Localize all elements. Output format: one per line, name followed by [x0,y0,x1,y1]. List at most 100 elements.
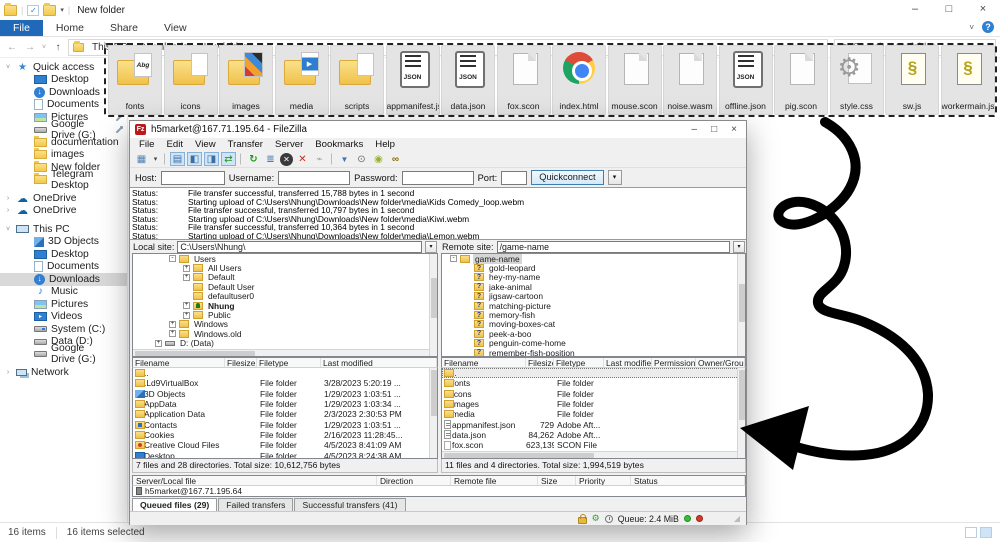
new-folder-icon[interactable] [43,5,56,16]
file-row[interactable]: appmanifest.json 729 Adobe Aft... [442,419,745,429]
quickconnect-dropdown-icon[interactable]: ▾ [608,170,622,185]
ribbon-tab[interactable]: Home [43,20,97,36]
tree-item[interactable]: remember-fish-position [442,348,745,357]
local-tree-vscrollbar[interactable] [429,254,437,356]
username-input[interactable] [278,171,350,185]
tree-expander-icon[interactable]: + [155,340,162,347]
file-row[interactable]: Cookies File folder 2/16/2023 11:28:45..… [133,430,437,440]
file-row-name[interactable]: 3D Objects [144,389,225,399]
tree-item[interactable]: hey-my-name [442,273,745,282]
remote-tree-vscrollbar[interactable] [737,254,745,356]
file-row[interactable]: data.json 84,262 Adobe Aft... [442,430,745,440]
sidebar-item[interactable]: Telegram Desktop [0,174,127,187]
column-header[interactable]: Filetype [257,358,321,367]
chevron-icon[interactable]: ˅ [4,64,12,71]
sidebar-item[interactable]: › OneDrive [0,205,127,218]
remote-list-hscrollbar[interactable] [442,451,737,458]
remote-file-rows[interactable]: .. fonts File folder [441,368,746,459]
sidebar-item[interactable]: Google Drive (G:) [0,124,127,137]
remote-list-vscrollbar[interactable] [737,368,745,458]
file-row[interactable]: Desktop File folder 4/5/2023 8:24:38 AM [133,450,437,459]
file-row-name[interactable]: images [452,399,526,409]
tree-item[interactable]: + D: (Data) [133,339,437,348]
tree-expander-icon[interactable] [464,312,471,319]
queue-column-header[interactable]: Priority [576,476,631,485]
tree-expander-icon[interactable]: + [183,265,190,272]
file-tile[interactable]: index.html [552,45,606,115]
host-input[interactable] [161,171,225,185]
file-row-name[interactable]: .Ld9VirtualBox [144,378,225,388]
chevron-icon[interactable]: › [4,195,12,202]
column-header[interactable]: Filename [133,358,225,367]
tree-item[interactable]: penguin-come-home [442,339,745,348]
sidebar-item[interactable]: Music [0,286,127,299]
queue-column-header[interactable]: Size [538,476,576,485]
sidebar-item[interactable]: 3D Objects [0,236,127,249]
column-header[interactable]: Filesize [225,358,257,367]
queue-column-header[interactable]: Status [631,476,745,485]
column-header[interactable]: Last modified [321,358,437,367]
toolbar-separator[interactable] [164,153,166,165]
tree-expander-icon[interactable]: - [169,255,176,262]
file-row[interactable]: images File folder [442,399,745,409]
tree-item[interactable]: + Windows [133,320,437,329]
tree-item[interactable]: memory-fish [442,310,745,319]
file-tile[interactable]: fonts [108,45,162,115]
tree-item[interactable]: + Public [133,310,437,319]
tree-item[interactable]: matching-picture [442,301,745,310]
tree-expander-icon[interactable] [464,265,471,272]
tree-item-label[interactable]: remember-fish-position [487,348,577,357]
menu-item[interactable]: View [190,139,221,150]
file-row-name[interactable]: Creative Cloud Files [144,440,225,450]
tree-expander-icon[interactable] [464,283,471,290]
forward-icon[interactable]: → [22,42,38,53]
file-tile[interactable]: data.json [441,45,495,115]
local-tree-hscrollbar[interactable] [133,349,429,356]
tree-expander-icon[interactable] [464,293,471,300]
disconnect-icon[interactable]: ✕ [295,152,310,166]
file-tile[interactable]: fox.scon [497,45,551,115]
back-icon[interactable]: ← [4,42,20,53]
file-tile[interactable]: scripts [330,45,384,115]
toolbar-separator[interactable] [240,153,242,165]
filter-icon[interactable]: ▼ [337,152,352,166]
file-tile[interactable]: noise.wasm [663,45,717,115]
menu-item[interactable]: File [134,139,159,150]
tree-item[interactable]: + Nhung [133,301,437,310]
local-tree[interactable]: - Users + All Users + Default [132,253,438,357]
tree-item[interactable]: defaultuser0 [133,292,437,301]
queue-column-header[interactable]: Direction [377,476,451,485]
file-row-name[interactable]: AppData [144,399,225,409]
password-input[interactable] [402,171,474,185]
tree-item[interactable]: Default User [133,282,437,291]
tree-item[interactable]: + All Users [133,263,437,272]
details-view-icon[interactable] [965,527,977,538]
toggle-local-tree-icon[interactable]: ◧ [187,152,202,166]
file-row-name[interactable]: Cookies [144,430,225,440]
sidebar-item[interactable]: images [0,149,127,162]
file-row[interactable]: media File folder [442,409,745,419]
sidebar-item[interactable]: Videos [0,311,127,324]
remote-path-input[interactable]: /game-name [497,241,730,253]
file-row[interactable]: Contacts File folder 1/29/2023 1:03:51 .… [133,419,437,429]
file-tile[interactable]: sw.js [885,45,939,115]
file-row[interactable]: .. [442,368,745,378]
file-tile[interactable]: style.css [830,45,884,115]
cancel-operation-icon[interactable]: ✕ [280,153,293,166]
sidebar-item[interactable]: Downloads [0,273,127,286]
menu-item[interactable]: Server [270,139,308,150]
column-header[interactable]: Permissions [652,358,696,367]
tree-item[interactable]: jake-animal [442,282,745,291]
queue-column-header[interactable]: Remote file [451,476,538,485]
file-row[interactable]: icons File folder [442,389,745,399]
file-row-name[interactable]: .. [452,368,526,378]
tree-expander-icon[interactable] [183,293,190,300]
toggle-remote-tree-icon[interactable]: ◨ [204,152,219,166]
tree-item[interactable]: + Windows.old [133,329,437,338]
synchronized-browsing-icon[interactable]: ◉ [371,152,386,166]
up-icon[interactable]: ↑ [50,42,66,53]
file-row-name[interactable]: icons [452,389,526,399]
tree-item[interactable]: + Default [133,273,437,282]
find-files-icon[interactable]: ∞ [388,152,403,166]
qat-customize-icon[interactable]: ▾ [60,6,64,14]
